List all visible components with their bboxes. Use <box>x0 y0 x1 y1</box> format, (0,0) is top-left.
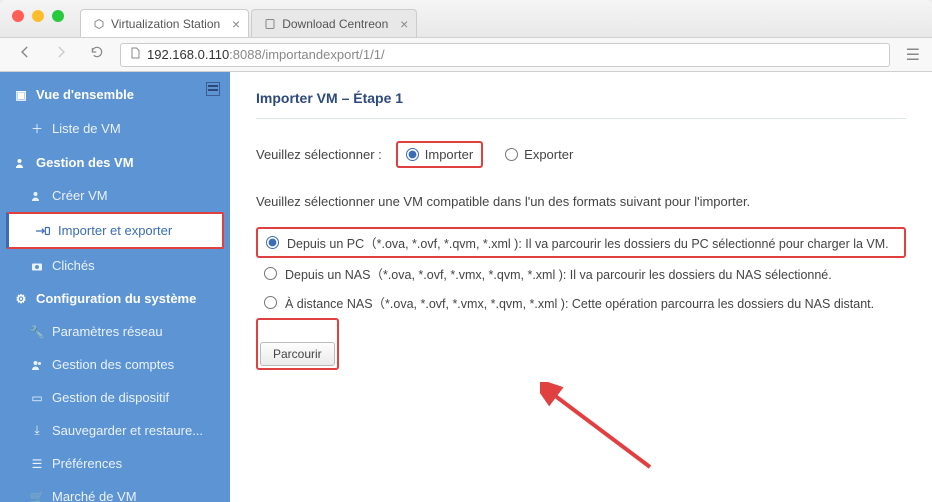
sidebar-item-label: Marché de VM <box>52 489 137 502</box>
minimize-window-button[interactable] <box>32 10 44 22</box>
browse-highlight: Parcourir <box>256 318 339 370</box>
users-icon <box>30 190 44 202</box>
sidebar-item-devices[interactable]: ▭ Gestion de dispositif <box>0 381 230 414</box>
radio-label: À distance NAS（*.ova, *.ovf, *.vmx, *.qv… <box>285 293 874 312</box>
browser-window: Virtualization Station × Download Centre… <box>0 0 932 502</box>
radio-label: Exporter <box>524 147 573 162</box>
sidebar-item-vm-list[interactable]: ＋ Liste de VM <box>0 111 230 146</box>
users-icon <box>30 359 44 371</box>
tab-virtualization-station[interactable]: Virtualization Station × <box>80 9 249 37</box>
close-window-button[interactable] <box>12 10 24 22</box>
device-icon: ▭ <box>30 391 44 405</box>
sidebar-item-preferences[interactable]: ☰ Préférences <box>0 447 230 480</box>
maximize-window-button[interactable] <box>52 10 64 22</box>
back-button[interactable] <box>12 43 38 66</box>
sidebar-item-label: Configuration du système <box>36 291 196 306</box>
sidebar-item-label: Clichés <box>52 258 95 273</box>
instruction-text: Veuillez sélectionner une VM compatible … <box>256 194 906 209</box>
sidebar-item-label: Gestion de dispositif <box>52 390 169 405</box>
sidebar-toggle[interactable] <box>206 82 220 96</box>
tab-label: Download Centreon <box>282 17 388 31</box>
sidebar-item-create-vm[interactable]: Créer VM <box>0 179 230 212</box>
radio-label: Depuis un NAS（*.ova, *.ovf, *.vmx, *.qvm… <box>285 264 832 283</box>
sidebar-item-snapshots[interactable]: Clichés <box>0 249 230 282</box>
app-content: ▣ Vue d'ensemble ＋ Liste de VM Gestion d… <box>0 72 932 502</box>
radio-import-input[interactable] <box>406 148 419 161</box>
tab-label: Virtualization Station <box>111 17 220 31</box>
sidebar-item-backup-restore[interactable]: ⤓ Sauvegarder et restaure... <box>0 414 230 447</box>
sidebar-item-overview[interactable]: ▣ Vue d'ensemble <box>0 78 230 111</box>
url-path: :8088/importandexport/1/1/ <box>229 47 384 62</box>
close-icon[interactable]: × <box>232 16 240 32</box>
radio-label: Importer <box>425 147 473 162</box>
dashboard-icon: ▣ <box>14 88 28 102</box>
address-bar[interactable]: 192.168.0.110:8088/importandexport/1/1/ <box>120 43 890 67</box>
camera-icon <box>30 260 44 272</box>
select-label: Veuillez sélectionner : <box>256 147 382 162</box>
radio-label: Depuis un PC（*.ova, *.ovf, *.qvm, *.xml … <box>287 233 889 252</box>
sidebar-item-accounts[interactable]: Gestion des comptes <box>0 348 230 381</box>
sidebar-item-network[interactable]: 🔧 Paramètres réseau <box>0 315 230 348</box>
reload-button[interactable] <box>84 43 110 66</box>
radio-source-nas[interactable]: Depuis un NAS（*.ova, *.ovf, *.vmx, *.qvm… <box>256 260 906 287</box>
close-icon[interactable]: × <box>400 16 408 32</box>
sidebar-item-label: Préférences <box>52 456 122 471</box>
window-controls <box>12 10 64 22</box>
sidebar-item-vm-management[interactable]: Gestion des VM <box>0 146 230 179</box>
sidebar-item-label: Sauvegarder et restaure... <box>52 423 203 438</box>
sidebar-item-vm-market[interactable]: 🛒 Marché de VM <box>0 480 230 502</box>
sidebar-item-label: Créer VM <box>52 188 108 203</box>
gear-icon: ⚙ <box>14 292 28 306</box>
radio-source-nas-input[interactable] <box>264 267 277 280</box>
source-radio-group: Depuis un PC（*.ova, *.ovf, *.qvm, *.xml … <box>256 227 906 316</box>
browse-button[interactable]: Parcourir <box>260 342 335 366</box>
titlebar: Virtualization Station × Download Centre… <box>0 0 932 38</box>
wrench-icon: 🔧 <box>30 325 44 339</box>
sidebar-item-label: Paramètres réseau <box>52 324 163 339</box>
radio-source-pc[interactable]: Depuis un PC（*.ova, *.ovf, *.qvm, *.xml … <box>256 227 906 258</box>
radio-source-remote-nas-input[interactable] <box>264 296 277 309</box>
import-export-icon <box>36 225 50 237</box>
page-icon <box>264 18 276 30</box>
users-icon <box>14 157 28 169</box>
menu-icon[interactable]: ☰ <box>906 45 920 65</box>
browser-toolbar: 192.168.0.110:8088/importandexport/1/1/ … <box>0 38 932 72</box>
browser-tabs: Virtualization Station × Download Centre… <box>80 9 419 37</box>
cube-icon <box>93 18 105 30</box>
sidebar-item-label: Liste de VM <box>52 121 121 136</box>
plus-icon: ＋ <box>30 120 44 137</box>
cart-icon: 🛒 <box>30 490 44 502</box>
tab-download-centreon[interactable]: Download Centreon × <box>251 9 417 37</box>
sidebar: ▣ Vue d'ensemble ＋ Liste de VM Gestion d… <box>0 72 230 502</box>
sidebar-item-label: Vue d'ensemble <box>36 87 134 102</box>
mode-select-row: Veuillez sélectionner : Importer Exporte… <box>256 141 906 168</box>
sidebar-item-system-config[interactable]: ⚙ Configuration du système <box>0 282 230 315</box>
sliders-icon: ☰ <box>30 457 44 471</box>
radio-export-input[interactable] <box>505 148 518 161</box>
sidebar-item-label: Importer et exporter <box>58 223 172 238</box>
forward-button[interactable] <box>48 43 74 66</box>
page-title: Importer VM – Étape 1 <box>256 90 906 119</box>
radio-import[interactable]: Importer <box>396 141 483 168</box>
file-icon <box>129 46 141 63</box>
main-panel: Importer VM – Étape 1 Veuillez sélection… <box>230 72 932 502</box>
sidebar-item-label: Gestion des VM <box>36 155 134 170</box>
radio-source-pc-input[interactable] <box>266 236 279 249</box>
url-host: 192.168.0.110 <box>147 47 229 62</box>
save-icon: ⤓ <box>30 423 44 438</box>
radio-export[interactable]: Exporter <box>497 143 581 166</box>
radio-source-remote-nas[interactable]: À distance NAS（*.ova, *.ovf, *.vmx, *.qv… <box>256 289 906 316</box>
annotation-arrow-icon <box>540 382 660 482</box>
sidebar-item-label: Gestion des comptes <box>52 357 174 372</box>
sidebar-item-import-export[interactable]: Importer et exporter <box>6 212 224 249</box>
